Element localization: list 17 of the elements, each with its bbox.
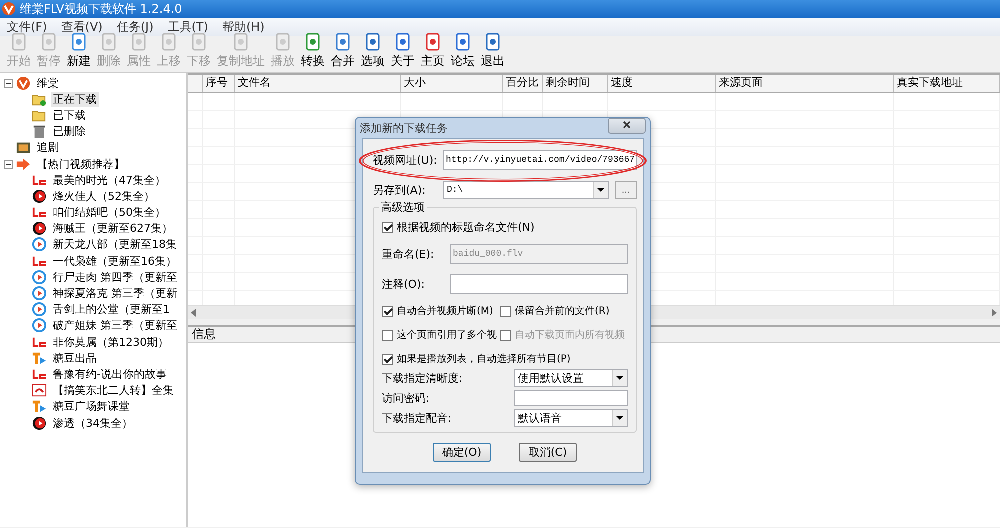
- field-label: 重命名(E):: [382, 246, 436, 262]
- field-label: 注释(O):: [382, 276, 426, 292]
- panel-title: 信息: [192, 327, 216, 341]
- field-label: 视频网址(U):: [373, 152, 438, 168]
- field-label: 下载指定清晰度:: [382, 370, 463, 386]
- checkbox-label: 这个页面引用了多个视: [397, 328, 497, 342]
- checkbox-label: 根据视频的标题命名文件(N): [397, 220, 535, 234]
- field-label: 另存到(A):: [373, 182, 427, 198]
- checkbox-label: 保留合并前的文件(R): [515, 304, 610, 318]
- group-title: 高级选项: [379, 200, 427, 215]
- checkbox-label: 如果是播放列表，自动选择所有节目(P): [397, 352, 571, 366]
- window-title: 维棠FLV视频下载软件 1.2.4.0: [20, 0, 182, 18]
- checkbox-label: 自动合并视频片断(M): [397, 304, 494, 318]
- field-label: 访问密码:: [382, 390, 430, 406]
- dialog-title: 添加新的下载任务: [360, 120, 448, 136]
- checkbox-label: 自动下载页面内所有视频: [515, 328, 625, 342]
- field-label: 下载指定配音:: [382, 410, 452, 426]
